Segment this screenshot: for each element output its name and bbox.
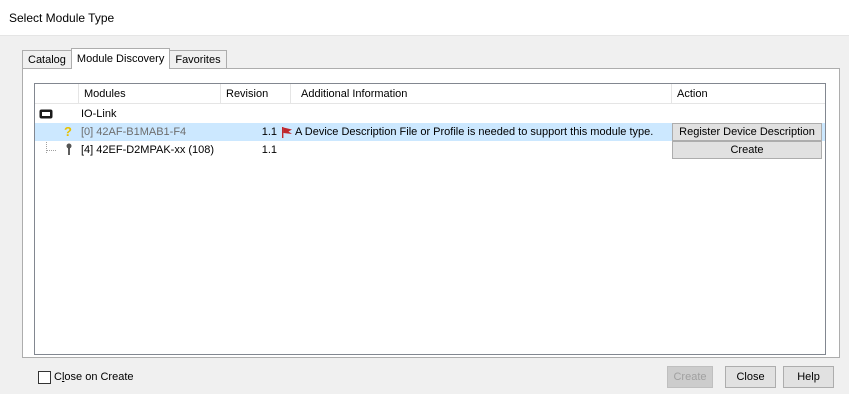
close-button[interactable]: Close xyxy=(725,366,776,388)
create-button[interactable]: Create xyxy=(667,366,713,388)
tab-strip: Catalog Module Discovery Favorites xyxy=(22,48,227,69)
device-pin-icon xyxy=(66,143,72,159)
title-bar: Select Module Type xyxy=(0,0,849,36)
tab-catalog[interactable]: Catalog xyxy=(22,50,72,69)
header-modules[interactable]: Modules xyxy=(79,84,221,104)
tree-row-io-link[interactable]: IO-Link xyxy=(35,105,825,123)
module-grid[interactable]: Modules Revision Additional Information … xyxy=(34,83,826,355)
help-button[interactable]: Help xyxy=(783,366,834,388)
flag-icon xyxy=(282,127,293,141)
module-name: [4] 42EF-D2MPAK-xx (108) xyxy=(81,144,215,156)
revision-value: 1.1 xyxy=(261,126,277,138)
question-mark-icon: ? xyxy=(64,124,72,139)
window-title: Select Module Type xyxy=(9,11,115,25)
tab-favorites[interactable]: Favorites xyxy=(169,50,227,69)
tab-panel: Modules Revision Additional Information … xyxy=(22,68,840,358)
close-on-create-label[interactable]: Close on Create xyxy=(54,371,134,383)
close-on-create-option[interactable]: Close on Create xyxy=(38,370,134,384)
register-device-description-button[interactable]: Register Device Description xyxy=(672,123,822,141)
close-on-create-checkbox[interactable] xyxy=(38,370,51,384)
module-name: IO-Link xyxy=(81,108,117,120)
header-tree-column xyxy=(35,84,79,104)
table-row[interactable]: ? [0] 42AF-B1MAB1-F4 1.1 A Device Descri… xyxy=(35,123,825,141)
header-action[interactable]: Action xyxy=(672,84,825,104)
header-additional-information[interactable]: Additional Information xyxy=(291,84,672,104)
tab-module-discovery[interactable]: Module Discovery xyxy=(70,48,171,69)
io-link-port-icon xyxy=(39,109,53,122)
create-module-button[interactable]: Create xyxy=(672,141,822,159)
table-row[interactable]: [4] 42EF-D2MPAK-xx (108) 1.1 Create xyxy=(35,141,825,159)
header-revision[interactable]: Revision xyxy=(221,84,291,104)
grid-header: Modules Revision Additional Information … xyxy=(35,84,825,104)
revision-value: 1.1 xyxy=(261,144,277,156)
module-name: [0] 42AF-B1MAB1-F4 xyxy=(81,126,187,138)
additional-info: A Device Description File or Profile is … xyxy=(295,126,654,138)
